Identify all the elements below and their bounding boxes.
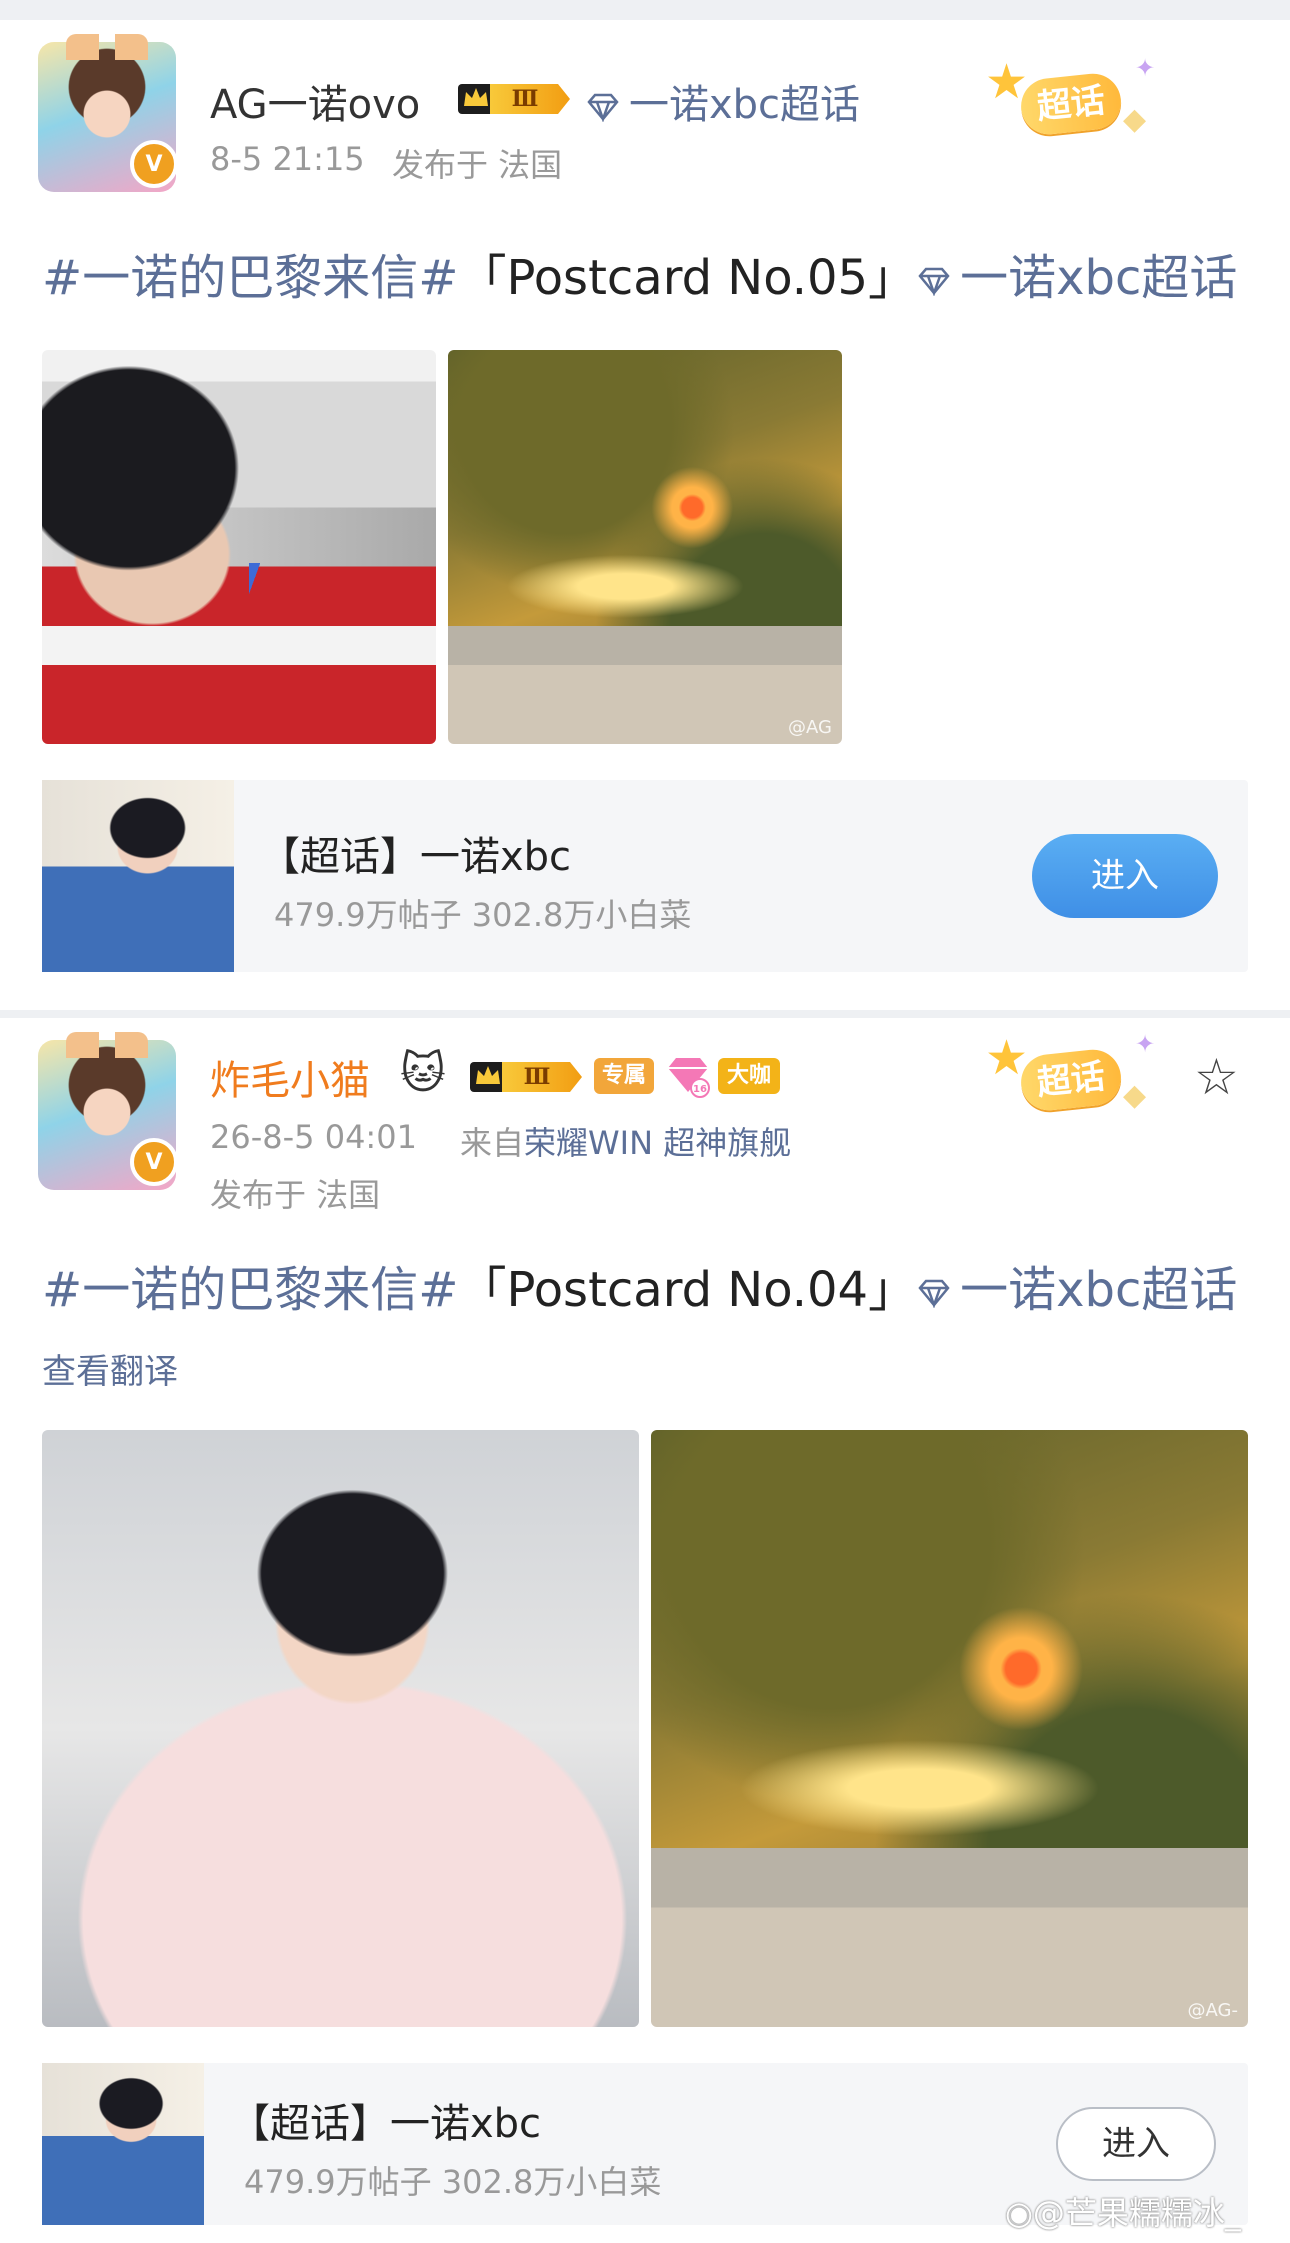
post-time: 26-8-5 04:01 xyxy=(210,1118,417,1156)
avatar-ears-decoration xyxy=(66,34,148,60)
supertopic-badge[interactable]: ★ 超话 ✦ ◆ xyxy=(985,54,1165,154)
supertopic-link-label: 一诺xbc超话 xyxy=(629,82,861,128)
post-location: 发布于 法国 xyxy=(392,146,563,184)
exclusive-tag[interactable]: 专属 xyxy=(594,1058,654,1094)
image-watermark: @AG xyxy=(788,717,832,738)
translate-link[interactable]: 查看翻译 xyxy=(42,1344,178,1393)
supertopic-card-stats: 479.9万帖子 302.8万小白菜 xyxy=(244,2163,662,2201)
author-avatar[interactable]: V xyxy=(38,1032,178,1190)
post-time: 8-5 21:15 xyxy=(210,140,365,178)
supertopic-badge[interactable]: ★ 超话 ✦ ◆ xyxy=(985,1030,1165,1130)
sparkle-icon: ✦ xyxy=(1135,1030,1156,1058)
crown-level-badge[interactable]: Ⅲ xyxy=(468,1056,584,1096)
verified-icon: V xyxy=(130,140,178,188)
enter-supertopic-button[interactable]: 进入 xyxy=(1032,834,1218,918)
supertopic-thumbnail xyxy=(42,780,234,972)
headline-topic-link[interactable]: 一诺xbc超话 xyxy=(916,1262,1237,1318)
supertopic-link[interactable]: 一诺xbc超话 xyxy=(585,72,860,130)
pink-diamond-icon: 16 xyxy=(668,1058,710,1098)
headline-topic-label: 一诺xbc超话 xyxy=(960,1262,1238,1318)
author-name[interactable]: AG一诺ovo xyxy=(210,72,420,130)
supertopic-thumbnail xyxy=(42,2063,204,2225)
fan-level-badge[interactable]: 16 xyxy=(664,1054,712,1098)
image-watermark: @AG- xyxy=(1187,2000,1238,2021)
footer-watermark-text: @芒果糯糯冰_ xyxy=(1032,2194,1241,2232)
level-label: Ⅲ xyxy=(490,84,570,114)
headline-topic-link[interactable]: 一诺xbc超话 xyxy=(916,250,1237,306)
post-location: 发布于 法国 xyxy=(210,1176,381,1214)
badge-tail-icon: ◆ xyxy=(1123,102,1147,137)
source-device-link[interactable]: 荣耀WIN 超神旗舰 xyxy=(524,1124,791,1162)
enter-supertopic-button[interactable]: 进入 xyxy=(1056,2107,1216,2181)
footer-watermark: ◉@芒果糯糯冰_ xyxy=(1005,2188,1241,2234)
badge-tail-icon: ◆ xyxy=(1123,1078,1147,1113)
hashtag-link[interactable]: #一诺的巴黎来信# xyxy=(42,1262,458,1318)
headline-topic-label: 一诺xbc超话 xyxy=(960,250,1238,306)
author-avatar[interactable]: V xyxy=(38,34,178,192)
favorite-star-icon[interactable]: ☆ xyxy=(1194,1048,1239,1106)
headline-text: 「Postcard No.05」 xyxy=(458,250,917,306)
weibo-logo-icon: ◉ xyxy=(1005,2194,1033,2232)
diamond-icon xyxy=(918,1279,950,1308)
supertopic-card-title: 【超话】一诺xbc xyxy=(260,834,572,880)
avatar-ears-decoration xyxy=(66,1032,148,1058)
supertopic-card-stats: 479.9万帖子 302.8万小白菜 xyxy=(274,896,692,934)
supertopic-card-title: 【超话】一诺xbc xyxy=(230,2101,542,2147)
post-image-1[interactable] xyxy=(42,350,436,744)
post-headline: #一诺的巴黎来信#「Postcard No.05」 一诺xbc超话 xyxy=(42,238,1237,308)
supertopic-badge-label: 超话 xyxy=(1018,1046,1124,1114)
source-prefix: 来自 xyxy=(460,1124,525,1162)
verified-icon: V xyxy=(130,1138,178,1186)
sparkle-icon: ✦ xyxy=(1135,54,1156,82)
post-image-1[interactable] xyxy=(42,1430,639,2027)
bigshot-tag[interactable]: 大咖 xyxy=(718,1058,780,1094)
post-image-2[interactable]: @AG xyxy=(448,350,842,744)
cat-icon: 🐱 xyxy=(400,1048,446,1099)
post-card-1: V AG一诺ovo Ⅲ 一诺xbc超话 8-5 21:15 发布于 法国 ★ 超… xyxy=(0,20,1290,1010)
hashtag-link[interactable]: #一诺的巴黎来信# xyxy=(42,250,458,306)
post-card-2: V 炸毛小猫 🐱 Ⅲ 专属 16 大咖 ★ 超话 ✦ ◆ ☆ 26-8-5 04… xyxy=(0,1018,1290,2243)
level-label: Ⅲ xyxy=(502,1062,582,1092)
supertopic-card[interactable]: 【超话】一诺xbc 479.9万帖子 302.8万小白菜 进入 xyxy=(42,780,1248,972)
fan-level-number: 16 xyxy=(693,1084,707,1095)
post-image-2[interactable]: @AG- xyxy=(651,1430,1248,2027)
diamond-icon xyxy=(918,267,950,296)
post-source: 来自荣耀WIN 超神旗舰 xyxy=(460,1118,791,1164)
diamond-icon xyxy=(587,93,619,122)
supertopic-badge-label: 超话 xyxy=(1018,70,1124,138)
headline-text: 「Postcard No.04」 xyxy=(458,1262,917,1318)
crown-level-badge[interactable]: Ⅲ xyxy=(456,78,572,118)
post-headline: #一诺的巴黎来信#「Postcard No.04」 一诺xbc超话 xyxy=(42,1250,1237,1320)
author-name[interactable]: 炸毛小猫 xyxy=(210,1048,370,1106)
